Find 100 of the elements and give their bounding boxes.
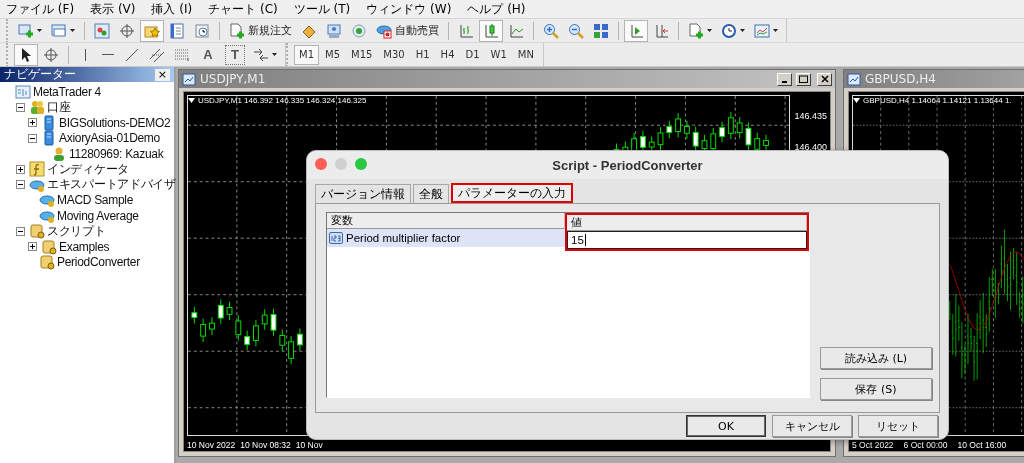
candlestick-icon (483, 22, 499, 39)
timeframe-button[interactable]: H4 (435, 44, 460, 65)
autoscroll-icon (653, 22, 669, 39)
chart-shift-icon (628, 22, 644, 39)
tree-item[interactable]: AxioryAsia-01Demo (59, 131, 160, 146)
chart-shift-button[interactable] (624, 19, 648, 42)
horizontal-line-icon (101, 53, 115, 56)
channel-icon (149, 46, 165, 63)
chart-plus-icon (18, 22, 34, 39)
time-label: 5 Oct 2022 (852, 440, 894, 450)
server-icon (41, 114, 57, 131)
caret-icon (773, 29, 778, 32)
menu-item[interactable]: ヘルプ (H) (467, 0, 526, 18)
tree-item[interactable]: MACD Sample (57, 193, 134, 208)
maximize-icon (799, 75, 808, 83)
tile-windows-icon (593, 22, 609, 39)
star-folder-button[interactable] (140, 19, 164, 42)
menu-item[interactable]: ファイル (F) (6, 0, 75, 18)
tree-item[interactable]: Moving Average (57, 208, 139, 223)
dialog-button[interactable]: OK (686, 415, 766, 437)
column-header: 変数 (327, 213, 565, 229)
menu-item[interactable]: ウィンドウ (W) (366, 0, 452, 18)
dialog-button[interactable]: キャンセル (772, 415, 852, 437)
caret-icon (37, 29, 42, 32)
arrows-icon (253, 46, 269, 63)
menu-item[interactable]: チャート (C) (208, 0, 278, 18)
load-button[interactable]: 読み込み (L) (820, 347, 932, 369)
close-button[interactable]: × (154, 68, 170, 81)
column-header: 値 (567, 215, 807, 231)
signal-icon (351, 22, 367, 39)
timeframe-button[interactable]: M1 (294, 44, 319, 65)
window-stack-icon (51, 22, 67, 39)
caret-icon (740, 29, 745, 32)
chart-info-text: GBPUSD,H4 1.14064 1.14121 1.13644 1. (863, 96, 1012, 105)
save-button[interactable]: 保存 (S) (820, 378, 932, 400)
tree-item[interactable]: インディケータ (47, 160, 129, 178)
line-chart-icon (508, 22, 524, 39)
people-icon (29, 99, 45, 116)
maximize-button[interactable] (796, 72, 811, 86)
dialog-button[interactable]: リセット (858, 415, 938, 437)
value-field[interactable]: 15 (567, 231, 807, 249)
vertical-line-icon (83, 47, 87, 62)
plus-box-icon[interactable] (16, 164, 25, 174)
user-icon (51, 145, 67, 162)
window-icon (15, 83, 31, 100)
zoom-out-icon (568, 22, 584, 39)
time-label: 10 Nov 08:32 (240, 440, 291, 450)
tree-item[interactable]: 11280969: Kazuak (69, 146, 164, 161)
robot-hat-button[interactable]: 自動売買 (372, 19, 443, 42)
price-label: 146.435 (794, 111, 827, 121)
dialog-title: Script - PeriodConverter (552, 157, 703, 173)
timeframe-button[interactable]: MN (512, 44, 539, 65)
minus-box-icon[interactable] (16, 102, 25, 112)
tree-item[interactable]: 口座 (47, 98, 71, 116)
time-label: 10 Nov 2022 (187, 440, 236, 450)
tree-item[interactable]: エキスパートアドバイザ (47, 176, 176, 194)
candlestick-button[interactable] (479, 19, 503, 42)
minimize-button[interactable] (777, 72, 792, 86)
tree-item[interactable]: PeriodConverter (57, 255, 140, 270)
tree-item[interactable]: スクリプト (47, 222, 106, 240)
minus-box-icon[interactable] (16, 226, 25, 236)
tab[interactable]: パラメーターの入力 (451, 183, 573, 203)
time-label: 6 Oct 00:00 (903, 440, 948, 450)
price-label: 146.400 (794, 142, 827, 152)
text-tool-button[interactable]: A (198, 44, 218, 65)
timeframe-button[interactable]: W1 (485, 44, 512, 65)
document-plus-button[interactable]: 新規注文 (225, 19, 296, 42)
window-title: GBPUSD,H4 (865, 72, 937, 86)
caret-icon (853, 98, 860, 103)
time-label: 10 Oct 16:00 (957, 440, 1007, 450)
plus-box-icon[interactable] (28, 118, 37, 128)
tab[interactable]: 全般 (413, 184, 449, 203)
plus-box-icon[interactable] (28, 242, 37, 252)
cursor-button[interactable] (14, 43, 38, 66)
chart-info-text: USDJPY,M1 146.392 146.335 146.324 146.325 (198, 96, 367, 105)
menu-item[interactable]: ツール (T) (293, 0, 351, 18)
tree-item[interactable]: BIGSolutions-DEMO2 (59, 115, 171, 130)
tree-item[interactable]: Examples (59, 239, 110, 254)
timeframe-button[interactable]: M30 (378, 44, 410, 65)
text-label-tool-button[interactable]: T (225, 44, 245, 65)
timeframe-button[interactable]: H1 (410, 44, 435, 65)
crosshair-icon (119, 22, 135, 39)
minus-box-icon[interactable] (28, 133, 37, 143)
server-icon (41, 130, 57, 147)
timeframe-button[interactable]: M15 (346, 44, 378, 65)
menu-item[interactable]: 表示 (V) (90, 0, 136, 18)
zoom-in-icon (543, 22, 559, 39)
parameter-name-cell[interactable]: Period multiplier factor (327, 229, 565, 247)
caret-icon (188, 98, 195, 103)
menu-item[interactable]: 挿入 (I) (151, 0, 193, 18)
function-icon (29, 161, 45, 178)
close-icon (820, 75, 829, 83)
close-button[interactable] (817, 72, 832, 86)
tab[interactable]: バージョン情報 (315, 184, 411, 203)
minus-box-icon[interactable] (16, 180, 25, 190)
chart-window-icon (182, 72, 196, 86)
timeframe-button[interactable]: D1 (460, 44, 485, 65)
chart-template-icon (754, 22, 770, 39)
tree-item[interactable]: MetaTrader 4 (33, 84, 101, 99)
timeframe-button[interactable]: M5 (320, 44, 345, 65)
